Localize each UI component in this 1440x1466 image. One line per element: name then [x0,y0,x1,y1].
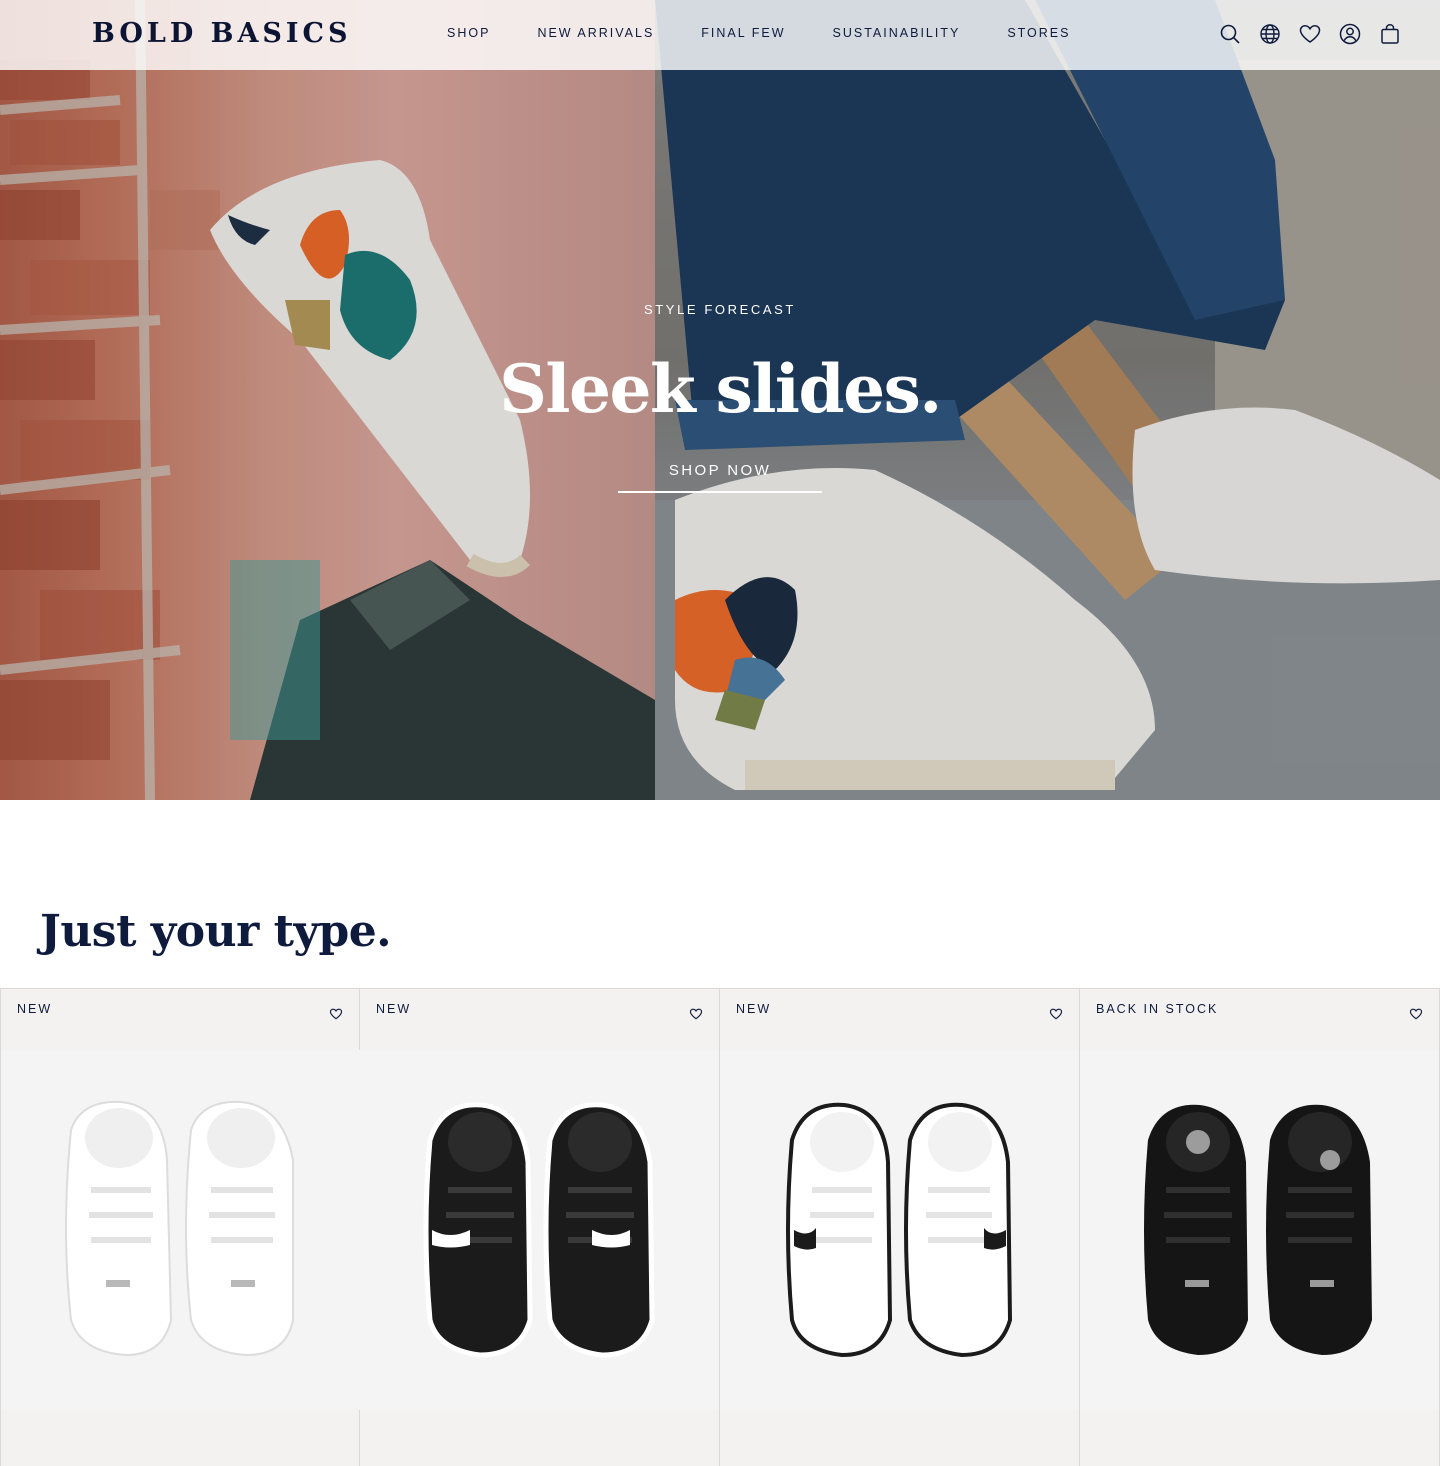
product-card[interactable]: NEW [720,989,1080,1466]
product-image[interactable] [1080,1050,1439,1410]
wishlist-heart-icon[interactable] [1049,1007,1063,1021]
nav-final-few[interactable]: FINAL FEW [701,26,785,40]
sneaker-pair-white-black [786,1102,1013,1358]
product-grid: NEW NEW NEW BACK IN STOCK [0,988,1440,1466]
sneaker-pair-black-white [423,1102,655,1358]
hero-title: Sleek slides. [499,350,942,428]
section-title: Just your type. [40,906,392,957]
globe-icon[interactable] [1258,22,1282,46]
product-card[interactable]: NEW [0,989,360,1466]
shop-now-link[interactable]: SHOP NOW [618,462,822,493]
wishlist-heart-icon[interactable] [689,1007,703,1021]
search-icon[interactable] [1218,22,1242,46]
product-badge: NEW [736,1002,772,1016]
product-image[interactable] [360,1050,719,1410]
nav-stores[interactable]: STORES [1007,26,1070,40]
product-card[interactable]: BACK IN STOCK [1080,989,1440,1466]
product-card[interactable]: NEW [360,989,720,1466]
wishlist-heart-icon[interactable] [1409,1007,1423,1021]
brand-logo[interactable]: BOLD BASICS [92,18,352,49]
bag-icon[interactable] [1378,22,1402,46]
hero-banner: STYLE FORECAST Sleek slides. SHOP NOW [0,0,1440,800]
product-image[interactable] [720,1050,1079,1410]
product-badge: BACK IN STOCK [1096,1002,1219,1016]
header-icons [1218,22,1402,46]
site-header: BOLD BASICS SHOP NEW ARRIVALS FINAL FEW … [0,0,1440,70]
product-badge: NEW [376,1002,412,1016]
main-nav: SHOP NEW ARRIVALS FINAL FEW SUSTAINABILI… [447,26,1070,40]
sneaker-pair-black [1144,1104,1372,1355]
heart-icon[interactable] [1298,22,1322,46]
product-badge: NEW [17,1002,53,1016]
product-image[interactable] [1,1050,360,1410]
nav-sustainability[interactable]: SUSTAINABILITY [833,26,961,40]
nav-shop[interactable]: SHOP [447,26,490,40]
wishlist-heart-icon[interactable] [329,1007,343,1021]
hero-eyebrow: STYLE FORECAST [644,302,796,317]
account-icon[interactable] [1338,22,1362,46]
sneaker-pair-white [65,1100,294,1357]
nav-new-arrivals[interactable]: NEW ARRIVALS [537,26,654,40]
